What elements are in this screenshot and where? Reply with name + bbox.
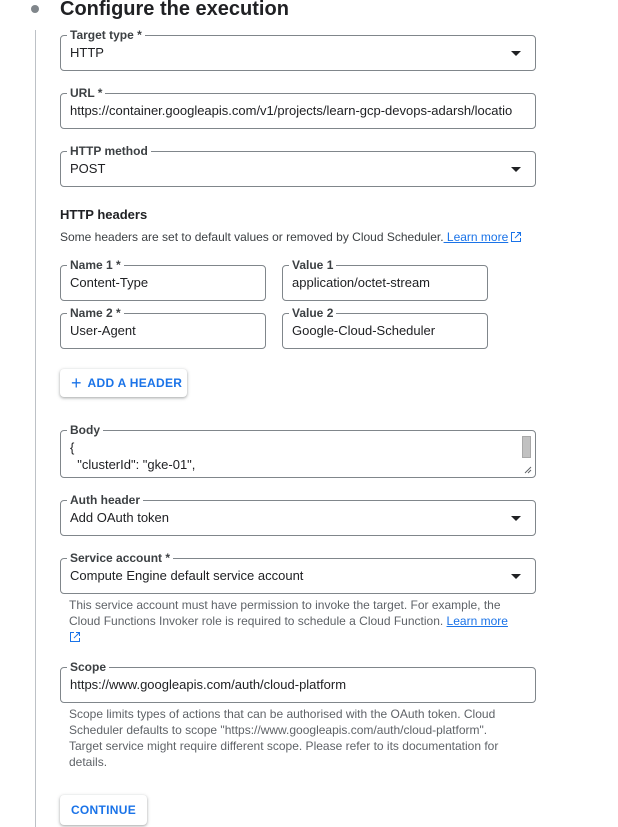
dropdown-arrow-icon [511, 51, 521, 56]
http-method-select[interactable]: HTTP method POST [60, 144, 536, 187]
dropdown-arrow-icon [511, 516, 521, 521]
plus-icon: + [71, 373, 82, 393]
scope-input[interactable]: Scope https://www.googleapis.com/auth/cl… [60, 660, 536, 703]
header-value-1-input[interactable]: Value 1 application/octet-stream [282, 258, 488, 301]
header-name-1-label: Name 1 * [67, 258, 124, 272]
url-value: https://container.googleapis.com/v1/proj… [70, 103, 513, 118]
header-name-2-value: User-Agent [70, 323, 136, 338]
url-label: URL * [67, 86, 106, 100]
target-type-label: Target type * [67, 28, 145, 42]
service-account-value: Compute Engine default service account [70, 568, 304, 583]
service-account-helper-text: This service account must have permissio… [69, 598, 501, 628]
service-account-label: Service account * [67, 551, 174, 565]
open-in-new-icon [70, 632, 80, 642]
header-name-2-input[interactable]: Name 2 * User-Agent [60, 306, 266, 349]
scope-label: Scope [67, 660, 110, 674]
scope-helper: Scope limits types of actions that can b… [69, 707, 499, 769]
header-value-2-label: Value 2 [289, 306, 337, 320]
header-name-1-value: Content-Type [70, 275, 149, 290]
body-scrollbar[interactable] [522, 436, 531, 458]
step-title: Configure the execution [60, 0, 289, 20]
http-headers-heading: HTTP headers [60, 207, 148, 222]
url-input[interactable]: URL * https://container.googleapis.com/v… [60, 86, 536, 129]
learn-more-link[interactable]: Learn more [447, 614, 508, 628]
service-account-helper: This service account must have permissio… [69, 597, 519, 645]
step-indicator [31, 5, 39, 13]
body-label: Body [67, 423, 103, 437]
resize-handle-icon[interactable] [524, 466, 532, 474]
step-rail [35, 30, 36, 827]
dropdown-arrow-icon [511, 574, 521, 579]
dropdown-arrow-icon [511, 167, 521, 172]
add-header-label: ADD A HEADER [87, 376, 183, 390]
service-account-select[interactable]: Service account * Compute Engine default… [60, 551, 536, 594]
header-name-1-input[interactable]: Name 1 * Content-Type [60, 258, 266, 301]
continue-button[interactable]: CONTINUE [60, 795, 147, 825]
scope-value: https://www.googleapis.com/auth/cloud-pl… [70, 677, 347, 692]
auth-header-value: Add OAuth token [70, 510, 170, 525]
target-type-value: HTTP [70, 45, 104, 60]
header-value-1-value: application/octet-stream [292, 275, 431, 290]
body-value: { "clusterId": "gke-01", [70, 440, 196, 472]
learn-more-link[interactable]: Learn more [444, 230, 508, 244]
header-value-1-label: Value 1 [289, 258, 337, 272]
body-textarea[interactable]: Body { "clusterId": "gke-01", [60, 423, 536, 478]
add-header-button[interactable]: + ADD A HEADER [60, 369, 187, 397]
header-value-2-value: Google-Cloud-Scheduler [292, 323, 436, 338]
open-in-new-icon [511, 232, 522, 242]
target-type-select[interactable]: Target type * HTTP [60, 28, 536, 71]
http-headers-helper: Some headers are set to default values o… [60, 229, 522, 245]
http-method-value: POST [70, 161, 106, 176]
auth-header-label: Auth header [67, 493, 144, 507]
header-value-2-input[interactable]: Value 2 Google-Cloud-Scheduler [282, 306, 488, 349]
http-method-label: HTTP method [67, 144, 151, 158]
auth-header-select[interactable]: Auth header Add OAuth token [60, 493, 536, 536]
http-headers-helper-text: Some headers are set to default values o… [60, 230, 444, 244]
header-name-2-label: Name 2 * [67, 306, 124, 320]
